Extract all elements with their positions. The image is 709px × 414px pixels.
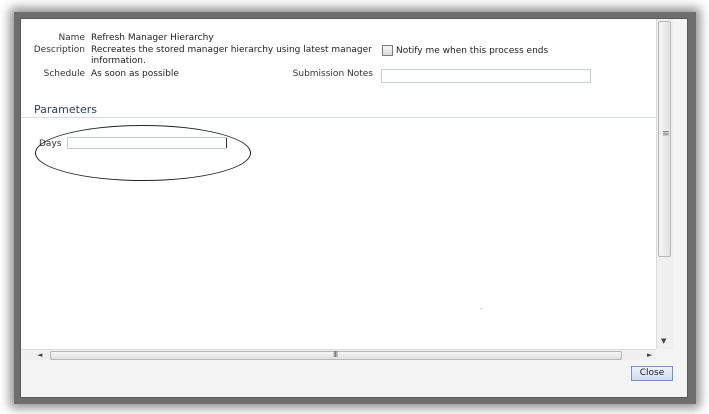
notify-label[interactable]: Notify me when this process ends xyxy=(396,46,548,56)
name-label: Name xyxy=(58,33,85,43)
notify-checkbox[interactable] xyxy=(382,45,393,56)
name-value: Refresh Manager Hierarchy xyxy=(91,33,214,43)
schedule-value: As soon as possible xyxy=(91,69,179,79)
schedule-label: Schedule xyxy=(43,69,85,79)
horizontal-scrollbar[interactable]: ◄ III ► xyxy=(21,349,656,360)
highlight-circle-annotation xyxy=(35,125,251,181)
horizontal-grip-icon: III xyxy=(333,350,338,359)
dialog-window: Name Refresh Manager Hierarchy Descripti… xyxy=(20,18,688,398)
description-line-1: Recreates the stored manager hierarchy u… xyxy=(91,45,372,55)
section-divider xyxy=(21,117,656,118)
scroll-right-arrow-icon[interactable]: ► xyxy=(647,351,652,359)
description-line-2: information. xyxy=(91,56,146,66)
process-details-panel: Name Refresh Manager Hierarchy Descripti… xyxy=(21,19,656,349)
stray-dot: . xyxy=(480,304,482,311)
horizontal-scroll-thumb[interactable]: III xyxy=(50,350,622,360)
vertical-scroll-thumb[interactable]: ≡ xyxy=(658,21,671,257)
parameters-title: Parameters xyxy=(34,103,97,116)
scroll-down-arrow-icon[interactable]: ▼ xyxy=(661,337,666,345)
scroll-left-arrow-icon[interactable]: ◄ xyxy=(37,351,42,359)
grip-icon: ≡ xyxy=(662,129,670,139)
description-label: Description xyxy=(33,45,85,55)
close-button[interactable]: Close xyxy=(631,366,673,381)
submission-notes-label: Submission Notes xyxy=(292,69,373,79)
vertical-scrollbar[interactable]: ≡ ▼ xyxy=(656,19,673,349)
submission-notes-field[interactable] xyxy=(381,69,591,83)
